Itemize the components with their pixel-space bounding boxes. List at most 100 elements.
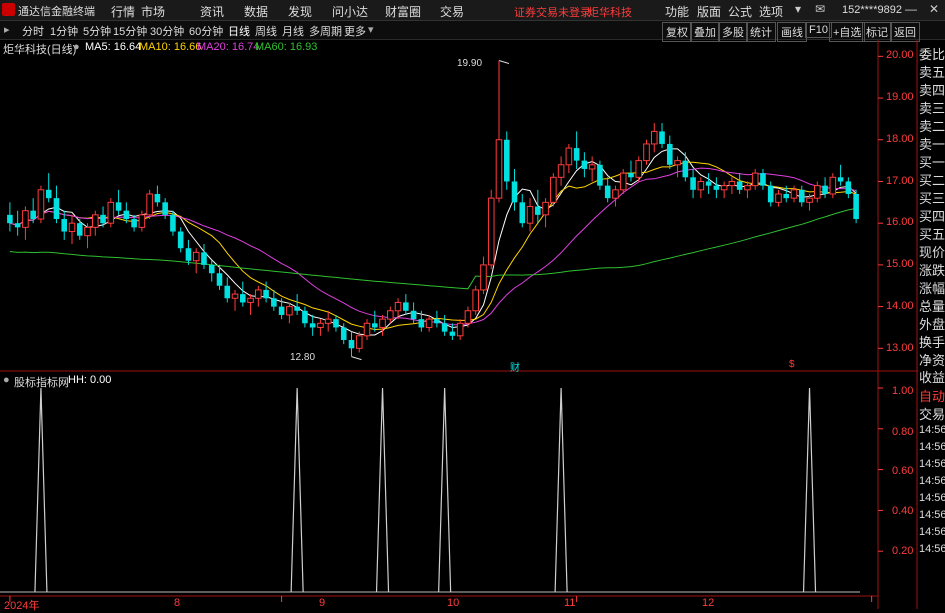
outer-volume-label: 外盘 <box>919 317 945 332</box>
draw-button[interactable]: 画线 <box>777 22 807 42</box>
x-label: 8 <box>174 597 181 609</box>
adjust-button[interactable]: 复权 <box>662 22 692 42</box>
candle-body-down <box>760 173 766 186</box>
x-label: 12 <box>702 597 715 609</box>
period-weekly[interactable]: 周线 <box>255 23 277 39</box>
multi-stock-button[interactable]: 多股 <box>718 22 748 42</box>
menu-info[interactable]: 资讯 <box>200 3 224 20</box>
menu-wealth[interactable]: 财富圈 <box>385 3 421 20</box>
menu-data[interactable]: 数据 <box>244 3 268 20</box>
high-price-label: 19.90 <box>457 58 483 69</box>
period-monthly[interactable]: 月线 <box>282 23 304 39</box>
close-icon[interactable]: ✕ <box>929 2 939 16</box>
add-watchlist-button[interactable]: +自选 <box>829 22 866 42</box>
period-15min[interactable]: 15分钟 <box>113 23 147 39</box>
period-more[interactable]: 更多 <box>344 23 366 39</box>
toolbar-menu-icon[interactable]: ▸ <box>4 23 10 36</box>
trade-label[interactable]: 交易 <box>919 404 945 423</box>
menu-expand-icon[interactable]: ▾ <box>795 2 801 16</box>
sub-indicator-title: 股标指标网 <box>14 377 69 389</box>
candle-body-down <box>371 323 378 328</box>
finance-event-mark[interactable]: 财 <box>510 359 520 374</box>
candle-body-up <box>790 189 798 199</box>
ma20-line <box>9 167 857 326</box>
candle-body-up <box>588 164 596 170</box>
candle-body-down <box>837 177 844 182</box>
candle-body-up <box>425 318 433 328</box>
candle-body-up <box>456 322 464 337</box>
ma10-label: MA10: 16.66 <box>139 41 202 53</box>
menu-market[interactable]: 市场 <box>141 3 165 20</box>
bid3-label: 买三 <box>919 191 945 206</box>
chart-area[interactable] <box>0 40 945 609</box>
overlay-button[interactable]: 叠加 <box>690 22 720 42</box>
f10-button[interactable]: F10 <box>805 22 832 38</box>
candle-body-up <box>138 214 146 228</box>
candle-body-down <box>340 327 347 340</box>
y-tick: 14.00 <box>886 300 914 312</box>
menu-discover[interactable]: 发现 <box>288 3 312 20</box>
candle-body-down <box>239 294 246 303</box>
candle-body-down <box>177 231 184 249</box>
period-daily[interactable]: 日线 <box>228 23 250 39</box>
turnover-label: 换手 <box>919 335 945 350</box>
candle-body-down <box>535 206 541 215</box>
auto-label[interactable]: 自动 <box>919 386 945 405</box>
hh-spike <box>34 387 48 593</box>
period-60min[interactable]: 60分钟 <box>189 23 223 39</box>
mail-icon[interactable]: ✉ <box>815 2 825 16</box>
change-label: 涨跌 <box>919 263 945 278</box>
tick-time: 14:56 <box>919 526 945 538</box>
period-multi[interactable]: 多周期 <box>309 23 342 39</box>
hh-spike <box>554 387 568 593</box>
period-1min[interactable]: 1分钟 <box>50 23 78 39</box>
candle-body-up <box>814 185 821 199</box>
x-label: 10 <box>447 597 460 609</box>
stats-button[interactable]: 统计 <box>746 22 776 42</box>
dividend-event-mark[interactable]: $ <box>789 359 795 370</box>
candle-body-up <box>728 180 736 187</box>
sub-settings-icon[interactable]: ● <box>3 374 10 386</box>
indicator-settings-icon[interactable]: ● <box>73 41 80 53</box>
candle-body-down <box>705 181 712 186</box>
candle-body-down <box>162 202 168 215</box>
candle-body-down <box>302 310 308 324</box>
period-intraday[interactable]: 分时 <box>22 23 44 39</box>
ma60-label: MA60: 16.93 <box>255 41 318 53</box>
ma5-line <box>9 148 857 336</box>
hh-spike <box>438 387 452 593</box>
high-marker <box>498 60 510 64</box>
account-name[interactable]: 152****9892 <box>842 4 902 16</box>
candle-body-down <box>767 185 774 203</box>
y-tick: 17.00 <box>886 175 914 187</box>
menu-ask[interactable]: 问小达 <box>332 3 368 20</box>
low-marker <box>351 356 362 361</box>
period-5min[interactable]: 5分钟 <box>83 23 111 39</box>
candle-body-down <box>123 210 130 220</box>
menu-function[interactable]: 功能 <box>665 3 689 20</box>
candle-body-up <box>91 214 99 228</box>
candle-body-up <box>394 301 402 312</box>
candle-body-down <box>333 319 339 328</box>
mark-button[interactable]: 标记 <box>862 22 892 42</box>
candle-body-down <box>45 189 52 199</box>
menu-options[interactable]: 选项 <box>759 3 783 20</box>
candle-body-up <box>565 147 573 166</box>
bid5-label: 买五 <box>919 227 945 242</box>
candle-body-down <box>278 306 285 315</box>
back-button[interactable]: 返回 <box>890 22 920 42</box>
more-dropdown-icon[interactable]: ▾ <box>368 23 374 36</box>
trade-status[interactable]: 证券交易未登录 <box>514 4 591 20</box>
candle-body-down <box>309 323 316 328</box>
candle-body-down <box>845 181 852 194</box>
candle-body-up <box>464 310 472 324</box>
period-30min[interactable]: 30分钟 <box>150 23 184 39</box>
candle-body-down <box>798 189 805 203</box>
minimize-icon[interactable]: — <box>905 2 917 16</box>
menu-layout[interactable]: 版面 <box>697 3 721 20</box>
menu-quotes[interactable]: 行情 <box>111 3 135 20</box>
candle-body-down <box>666 143 673 165</box>
menu-trade[interactable]: 交易 <box>440 3 464 20</box>
price-label: 现价 <box>919 245 945 260</box>
menu-formula[interactable]: 公式 <box>728 3 752 20</box>
